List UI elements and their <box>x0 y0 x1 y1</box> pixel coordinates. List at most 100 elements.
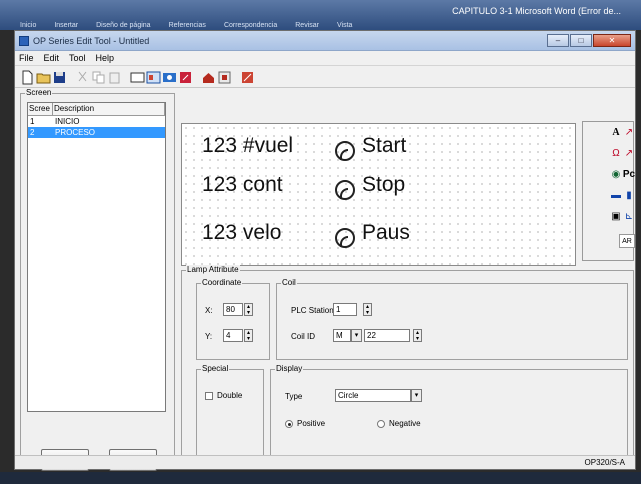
coil-id-type-select[interactable]: M <box>333 329 351 342</box>
word-tab[interactable]: Correspondencia <box>224 22 277 30</box>
column-header-screen[interactable]: Scree <box>28 103 53 115</box>
lamp-label: Stop <box>362 173 406 196</box>
word-tab[interactable]: Referencias <box>169 22 206 30</box>
numeric-display[interactable]: 123 #vuel <box>202 134 293 158</box>
alarm-icon[interactable]: AR <box>619 234 635 248</box>
word-tabs: Inicio Insertar Diseño de página Referen… <box>20 22 352 30</box>
type-label: Type <box>285 392 303 401</box>
negative-radio[interactable] <box>377 420 385 428</box>
display-type-select[interactable]: Circle <box>335 389 411 402</box>
word-tab[interactable]: Vista <box>337 22 352 30</box>
y-spinner[interactable]: ▴ ▾ <box>244 329 253 342</box>
word-tab[interactable]: Diseño de página <box>96 22 151 30</box>
word-tab[interactable]: Revisar <box>295 22 319 30</box>
y-label: Y: <box>205 332 213 341</box>
special-legend: Special <box>201 364 230 373</box>
bitmap-icon[interactable]: ↗ <box>621 147 637 161</box>
screen-panel: Screen Scree Description 1 INICIO 2 PROC… <box>20 88 175 471</box>
menu-edit[interactable]: Edit <box>44 53 60 63</box>
special-group: Special Double <box>196 364 264 461</box>
x-coordinate-field[interactable]: 80 <box>223 303 243 316</box>
copy-icon[interactable] <box>90 69 105 84</box>
negative-label: Negative <box>389 419 421 428</box>
maximize-button[interactable]: □ <box>570 34 592 47</box>
paste-icon[interactable] <box>106 69 121 84</box>
cut-icon[interactable] <box>74 69 89 84</box>
coil-id-label: Coil ID <box>291 332 316 341</box>
numeric-display[interactable]: 123 velo <box>202 221 281 245</box>
screen-legend: Screen <box>25 88 53 97</box>
status-model: OP320/S-A <box>584 458 625 467</box>
list-header: Scree Description <box>28 103 165 116</box>
lamp-icon[interactable] <box>335 228 355 248</box>
positive-radio[interactable] <box>285 420 293 428</box>
font-icon[interactable] <box>216 69 231 84</box>
screen-icon[interactable] <box>129 69 145 84</box>
plc-station-spinner[interactable]: ▴ ▾ <box>363 303 372 316</box>
window-controls: – □ ✕ <box>547 34 631 47</box>
delete-icon[interactable] <box>177 69 192 84</box>
screen-number: 1 <box>30 117 35 126</box>
coil-legend: Coil <box>281 278 297 287</box>
word-title: CAPITULO 3-1 Microsoft Word (Error de... <box>452 6 621 16</box>
button-icon[interactable]: ▮ <box>621 189 637 203</box>
plc-station-label: PLC Station <box>291 306 334 315</box>
taskbar <box>0 472 641 484</box>
coordinate-group: Coordinate X: 80 ▴ ▾ Y: 4 ▴ ▾ <box>196 278 270 360</box>
line-icon[interactable]: ↗ <box>621 126 637 140</box>
screen-list[interactable]: Scree Description 1 INICIO 2 PROCESO <box>27 102 166 412</box>
chevron-down-icon[interactable]: ▾ <box>411 389 422 402</box>
save-icon[interactable] <box>51 69 66 84</box>
display-group: Display Type Circle ▾ Positive Negative <box>270 364 628 461</box>
minimize-button[interactable]: – <box>547 34 569 47</box>
word-tab[interactable]: Insertar <box>54 22 78 30</box>
double-label: Double <box>217 391 243 400</box>
lamp-icon[interactable] <box>335 141 355 161</box>
open-folder-icon[interactable] <box>35 69 51 84</box>
window-title: OP Series Edit Tool - Untitled <box>33 35 150 46</box>
x-label: X: <box>205 306 213 315</box>
display-legend: Display <box>275 364 304 373</box>
menu-help[interactable]: Help <box>96 53 115 63</box>
screen-preview-canvas[interactable]: 123 #vuel Start 123 cont Stop 123 velo P… <box>181 123 576 266</box>
plc-station-field[interactable]: 1 <box>333 303 357 316</box>
column-header-description[interactable]: Description <box>53 103 165 115</box>
y-coordinate-field[interactable]: 4 <box>223 329 243 342</box>
home-icon[interactable] <box>200 69 215 84</box>
coil-id-spinner[interactable]: ▴ ▾ <box>413 329 422 342</box>
lamp-attribute-legend: Lamp Attribute <box>186 265 240 274</box>
menu-file[interactable]: File <box>19 53 34 63</box>
word-ribbon-strip: CAPITULO 3-1 Microsoft Word (Error de...… <box>0 0 641 30</box>
app-icon <box>19 35 29 46</box>
screen-description: PROCESO <box>55 128 96 137</box>
lamp-label: Paus <box>362 221 410 244</box>
list-item[interactable]: 1 INICIO <box>28 116 165 127</box>
lamp-icon[interactable] <box>335 180 355 200</box>
lamp-label: Start <box>362 134 407 157</box>
coordinate-legend: Coordinate <box>201 278 243 287</box>
menu-tool[interactable]: Tool <box>69 53 86 63</box>
exit-icon[interactable] <box>239 69 254 84</box>
title-bar[interactable]: OP Series Edit Tool - Untitled – □ ✕ <box>15 31 635 51</box>
close-button[interactable]: ✕ <box>593 34 631 47</box>
chart-icon[interactable]: ⊾ <box>621 210 637 224</box>
new-file-icon[interactable] <box>19 69 34 85</box>
transfer-icon[interactable] <box>161 69 176 84</box>
list-item-selected[interactable]: 2 PROCESO <box>28 127 165 138</box>
status-bar: OP320/S-A <box>15 455 635 469</box>
double-checkbox[interactable] <box>205 392 213 400</box>
menu-bar: File Edit Tool Help <box>15 51 635 66</box>
bitmap-icon[interactable] <box>145 69 161 84</box>
x-spinner[interactable]: ▴ ▾ <box>244 303 253 316</box>
word-tab[interactable]: Inicio <box>20 22 36 30</box>
chevron-down-icon[interactable]: ▾ <box>351 329 362 342</box>
coil-id-field[interactable]: 22 <box>364 329 410 342</box>
lamp-attribute-group: Lamp Attribute Coordinate X: 80 ▴ ▾ Y: 4 … <box>181 265 634 465</box>
tool-palette: A ↗ Ω ↗ ◉ Pc ▬ ▮ ▣ ⊾ AR <box>582 121 637 261</box>
outer-word-window: CAPITULO 3-1 Microsoft Word (Error de...… <box>0 0 641 484</box>
op-edit-tool-window: OP Series Edit Tool - Untitled – □ ✕ Fil… <box>14 30 637 471</box>
screen-number: 2 <box>30 128 35 137</box>
register-icon[interactable]: Pc <box>621 168 637 182</box>
coil-group: Coil PLC Station 1 ▴ ▾ Coil ID M ▾ 22 ▴ ▾ <box>276 278 628 360</box>
numeric-display[interactable]: 123 cont <box>202 173 283 197</box>
